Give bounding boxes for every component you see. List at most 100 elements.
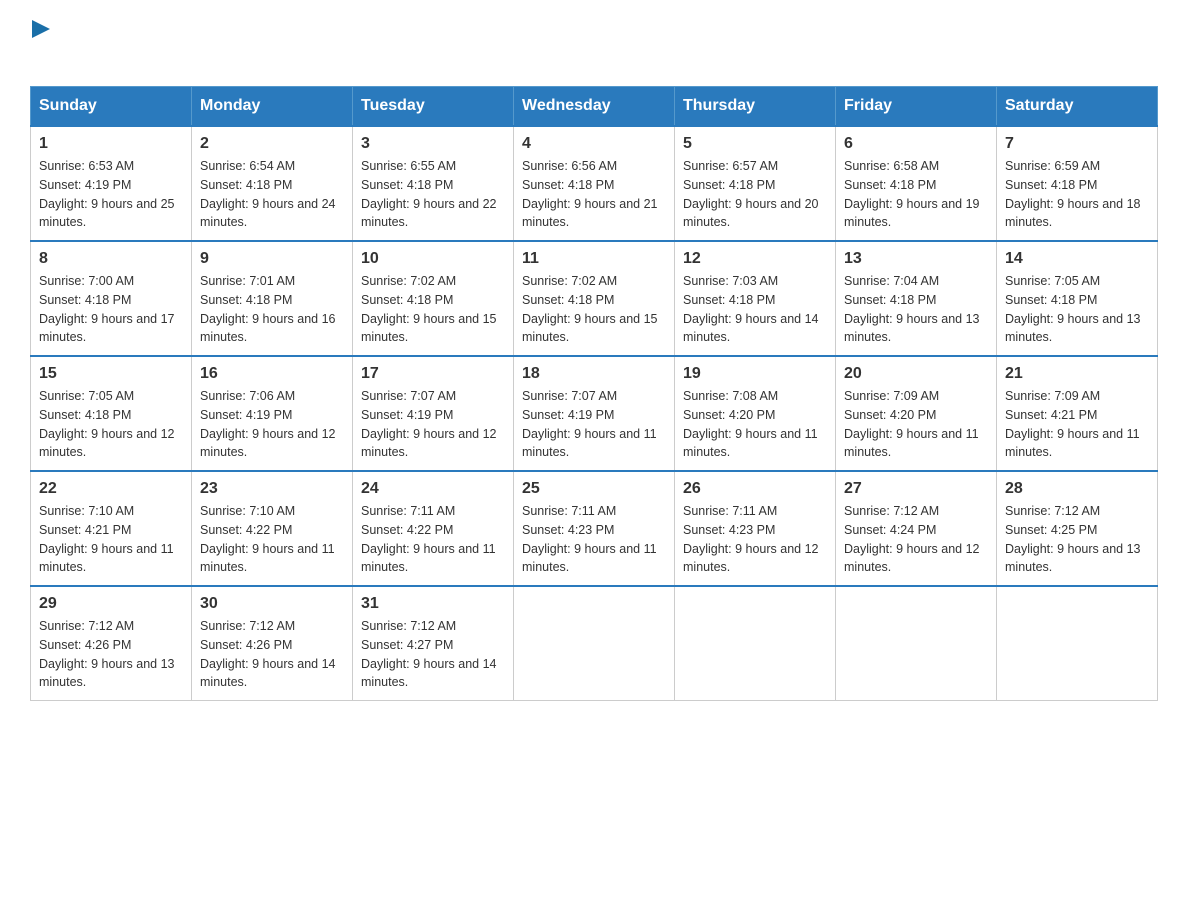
- daylight-label: Daylight: 9 hours and 15 minutes.: [522, 312, 658, 345]
- sunset-label: Sunset: 4:22 PM: [200, 523, 292, 537]
- calendar-cell: [836, 586, 997, 701]
- day-number: 27: [844, 480, 988, 498]
- calendar-cell: 16 Sunrise: 7:06 AM Sunset: 4:19 PM Dayl…: [192, 356, 353, 471]
- daylight-label: Daylight: 9 hours and 11 minutes.: [361, 542, 496, 575]
- sunrise-label: Sunrise: 7:11 AM: [683, 504, 777, 518]
- day-info: Sunrise: 6:56 AM Sunset: 4:18 PM Dayligh…: [522, 157, 666, 232]
- calendar-table: SundayMondayTuesdayWednesdayThursdayFrid…: [30, 86, 1158, 701]
- day-info: Sunrise: 7:02 AM Sunset: 4:18 PM Dayligh…: [522, 272, 666, 347]
- day-number: 29: [39, 595, 183, 613]
- day-info: Sunrise: 7:09 AM Sunset: 4:21 PM Dayligh…: [1005, 387, 1149, 462]
- daylight-label: Daylight: 9 hours and 19 minutes.: [844, 197, 980, 230]
- sunrise-label: Sunrise: 7:08 AM: [683, 389, 778, 403]
- day-number: 26: [683, 480, 827, 498]
- calendar-cell: 8 Sunrise: 7:00 AM Sunset: 4:18 PM Dayli…: [31, 241, 192, 356]
- day-info: Sunrise: 7:11 AM Sunset: 4:23 PM Dayligh…: [522, 502, 666, 577]
- sunset-label: Sunset: 4:24 PM: [844, 523, 936, 537]
- daylight-label: Daylight: 9 hours and 21 minutes.: [522, 197, 658, 230]
- sunrise-label: Sunrise: 7:01 AM: [200, 274, 295, 288]
- calendar-header-row: SundayMondayTuesdayWednesdayThursdayFrid…: [31, 87, 1158, 127]
- day-number: 24: [361, 480, 505, 498]
- sunrise-label: Sunrise: 7:06 AM: [200, 389, 295, 403]
- day-number: 10: [361, 250, 505, 268]
- sunset-label: Sunset: 4:23 PM: [683, 523, 775, 537]
- calendar-cell: 10 Sunrise: 7:02 AM Sunset: 4:18 PM Dayl…: [353, 241, 514, 356]
- sunrise-label: Sunrise: 6:57 AM: [683, 159, 778, 173]
- sunrise-label: Sunrise: 7:07 AM: [522, 389, 617, 403]
- daylight-label: Daylight: 9 hours and 11 minutes.: [200, 542, 335, 575]
- sunrise-label: Sunrise: 7:02 AM: [522, 274, 617, 288]
- calendar-cell: 27 Sunrise: 7:12 AM Sunset: 4:24 PM Dayl…: [836, 471, 997, 586]
- day-info: Sunrise: 7:07 AM Sunset: 4:19 PM Dayligh…: [522, 387, 666, 462]
- daylight-label: Daylight: 9 hours and 11 minutes.: [683, 427, 818, 460]
- sunrise-label: Sunrise: 7:05 AM: [1005, 274, 1100, 288]
- day-info: Sunrise: 6:58 AM Sunset: 4:18 PM Dayligh…: [844, 157, 988, 232]
- day-info: Sunrise: 6:53 AM Sunset: 4:19 PM Dayligh…: [39, 157, 183, 232]
- sunrise-label: Sunrise: 6:54 AM: [200, 159, 295, 173]
- sunset-label: Sunset: 4:18 PM: [522, 293, 614, 307]
- calendar-week-row: 15 Sunrise: 7:05 AM Sunset: 4:18 PM Dayl…: [31, 356, 1158, 471]
- sunrise-label: Sunrise: 7:10 AM: [39, 504, 134, 518]
- day-number: 1: [39, 135, 183, 153]
- calendar-cell: 2 Sunrise: 6:54 AM Sunset: 4:18 PM Dayli…: [192, 126, 353, 241]
- day-number: 15: [39, 365, 183, 383]
- calendar-cell: 23 Sunrise: 7:10 AM Sunset: 4:22 PM Dayl…: [192, 471, 353, 586]
- day-number: 23: [200, 480, 344, 498]
- calendar-cell: 5 Sunrise: 6:57 AM Sunset: 4:18 PM Dayli…: [675, 126, 836, 241]
- day-info: Sunrise: 7:12 AM Sunset: 4:24 PM Dayligh…: [844, 502, 988, 577]
- daylight-label: Daylight: 9 hours and 24 minutes.: [200, 197, 336, 230]
- calendar-cell: 26 Sunrise: 7:11 AM Sunset: 4:23 PM Dayl…: [675, 471, 836, 586]
- sunrise-label: Sunrise: 6:56 AM: [522, 159, 617, 173]
- sunset-label: Sunset: 4:25 PM: [1005, 523, 1097, 537]
- daylight-label: Daylight: 9 hours and 11 minutes.: [1005, 427, 1140, 460]
- calendar-cell: 4 Sunrise: 6:56 AM Sunset: 4:18 PM Dayli…: [514, 126, 675, 241]
- weekday-header-thursday: Thursday: [675, 87, 836, 127]
- weekday-header-friday: Friday: [836, 87, 997, 127]
- daylight-label: Daylight: 9 hours and 20 minutes.: [683, 197, 819, 230]
- sunrise-label: Sunrise: 6:55 AM: [361, 159, 456, 173]
- day-number: 13: [844, 250, 988, 268]
- day-info: Sunrise: 7:09 AM Sunset: 4:20 PM Dayligh…: [844, 387, 988, 462]
- day-number: 31: [361, 595, 505, 613]
- daylight-label: Daylight: 9 hours and 15 minutes.: [361, 312, 497, 345]
- calendar-cell: 6 Sunrise: 6:58 AM Sunset: 4:18 PM Dayli…: [836, 126, 997, 241]
- sunset-label: Sunset: 4:18 PM: [1005, 178, 1097, 192]
- sunset-label: Sunset: 4:18 PM: [200, 293, 292, 307]
- day-number: 6: [844, 135, 988, 153]
- sunset-label: Sunset: 4:26 PM: [39, 638, 131, 652]
- day-info: Sunrise: 7:06 AM Sunset: 4:19 PM Dayligh…: [200, 387, 344, 462]
- daylight-label: Daylight: 9 hours and 11 minutes.: [522, 542, 657, 575]
- day-number: 28: [1005, 480, 1149, 498]
- weekday-header-saturday: Saturday: [997, 87, 1158, 127]
- day-info: Sunrise: 7:12 AM Sunset: 4:27 PM Dayligh…: [361, 617, 505, 692]
- sunrise-label: Sunrise: 6:53 AM: [39, 159, 134, 173]
- sunset-label: Sunset: 4:19 PM: [39, 178, 131, 192]
- sunrise-label: Sunrise: 7:12 AM: [200, 619, 295, 633]
- daylight-label: Daylight: 9 hours and 16 minutes.: [200, 312, 336, 345]
- day-number: 2: [200, 135, 344, 153]
- sunset-label: Sunset: 4:19 PM: [200, 408, 292, 422]
- weekday-header-monday: Monday: [192, 87, 353, 127]
- day-info: Sunrise: 6:57 AM Sunset: 4:18 PM Dayligh…: [683, 157, 827, 232]
- page-header: [30, 20, 1158, 66]
- calendar-cell: [514, 586, 675, 701]
- day-info: Sunrise: 7:11 AM Sunset: 4:23 PM Dayligh…: [683, 502, 827, 577]
- sunrise-label: Sunrise: 7:02 AM: [361, 274, 456, 288]
- daylight-label: Daylight: 9 hours and 11 minutes.: [39, 542, 174, 575]
- calendar-cell: [997, 586, 1158, 701]
- calendar-cell: 17 Sunrise: 7:07 AM Sunset: 4:19 PM Dayl…: [353, 356, 514, 471]
- sunset-label: Sunset: 4:21 PM: [39, 523, 131, 537]
- daylight-label: Daylight: 9 hours and 14 minutes.: [361, 657, 497, 690]
- calendar-cell: 1 Sunrise: 6:53 AM Sunset: 4:19 PM Dayli…: [31, 126, 192, 241]
- sunrise-label: Sunrise: 6:59 AM: [1005, 159, 1100, 173]
- day-number: 9: [200, 250, 344, 268]
- sunrise-label: Sunrise: 7:07 AM: [361, 389, 456, 403]
- calendar-cell: 13 Sunrise: 7:04 AM Sunset: 4:18 PM Dayl…: [836, 241, 997, 356]
- calendar-cell: 18 Sunrise: 7:07 AM Sunset: 4:19 PM Dayl…: [514, 356, 675, 471]
- sunset-label: Sunset: 4:18 PM: [200, 178, 292, 192]
- calendar-cell: 25 Sunrise: 7:11 AM Sunset: 4:23 PM Dayl…: [514, 471, 675, 586]
- calendar-week-row: 1 Sunrise: 6:53 AM Sunset: 4:19 PM Dayli…: [31, 126, 1158, 241]
- sunrise-label: Sunrise: 7:03 AM: [683, 274, 778, 288]
- weekday-header-wednesday: Wednesday: [514, 87, 675, 127]
- sunset-label: Sunset: 4:18 PM: [1005, 293, 1097, 307]
